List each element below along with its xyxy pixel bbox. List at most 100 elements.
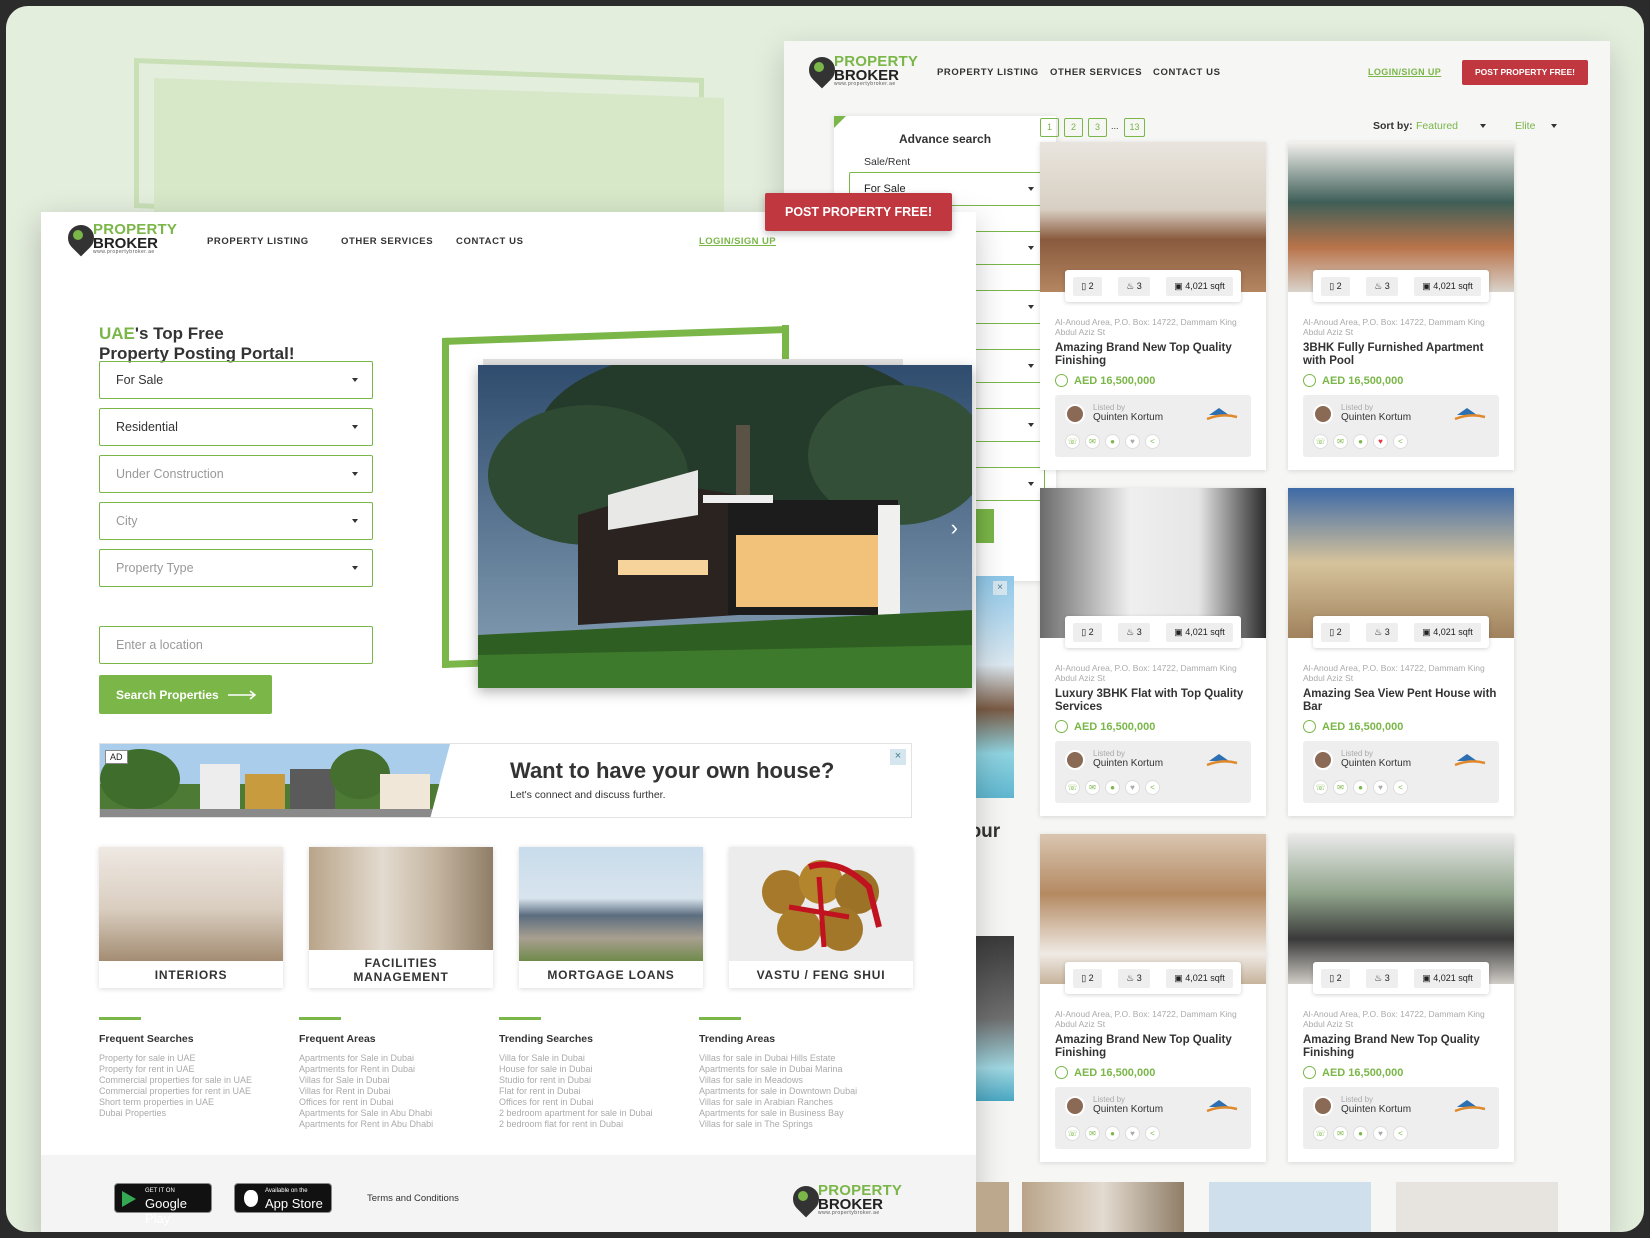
sort-select[interactable]: Featured xyxy=(1416,120,1486,132)
footer-link[interactable]: Commercial properties for rent in UAE xyxy=(99,1086,289,1097)
share-icon[interactable]: < xyxy=(1393,1126,1408,1141)
service-tile-interiors[interactable]: INTERIORS xyxy=(99,847,283,988)
terms-link[interactable]: Terms and Conditions xyxy=(367,1193,459,1204)
footer-link[interactable]: Apartments for sale in Downtown Dubai xyxy=(699,1086,889,1097)
email-icon[interactable]: ✉ xyxy=(1333,434,1348,449)
property-card[interactable]: ▯ 2 ♨ 3 ▣ 4,021 sqft Al-Anoud Area, P.O. Bo… xyxy=(1288,142,1514,470)
footer-link[interactable]: Property for sale in UAE xyxy=(99,1053,289,1064)
whatsapp-icon[interactable]: ● xyxy=(1353,1126,1368,1141)
email-icon[interactable]: ✉ xyxy=(1333,1126,1348,1141)
nav-contact-us[interactable]: CONTACT US xyxy=(456,236,524,247)
google-play-badge[interactable]: GET IT ON Google Play xyxy=(114,1183,212,1226)
filter-select[interactable]: Property Type xyxy=(99,549,373,587)
phone-icon[interactable]: ☏ xyxy=(1313,434,1328,449)
email-icon[interactable]: ✉ xyxy=(1333,780,1348,795)
phone-icon[interactable]: ☏ xyxy=(1313,780,1328,795)
footer-link[interactable]: Short term properties in UAE xyxy=(99,1097,289,1108)
property-title[interactable]: 3BHK Fully Furnished Apartment with Pool xyxy=(1303,342,1503,368)
phone-icon[interactable]: ☏ xyxy=(1065,780,1080,795)
nav-other-services[interactable]: OTHER SERVICES xyxy=(1050,67,1142,78)
footer-link[interactable]: Villas for sale in The Springs xyxy=(699,1119,889,1130)
favorite-heart-icon[interactable]: ♥ xyxy=(1125,1126,1140,1141)
footer-link[interactable]: House for sale in Dubai xyxy=(499,1064,689,1075)
phone-icon[interactable]: ☏ xyxy=(1065,434,1080,449)
footer-link[interactable]: Apartments for sale in Business Bay xyxy=(699,1108,889,1119)
search-properties-button[interactable]: Search Properties xyxy=(99,675,272,714)
footer-link[interactable]: Dubai Properties xyxy=(99,1108,289,1119)
footer-link[interactable]: Offices for rent in Dubai xyxy=(299,1097,489,1108)
nav-property-listing[interactable]: PROPERTY LISTING xyxy=(937,67,1039,78)
agent-name[interactable]: Quinten Kortum xyxy=(1093,412,1163,423)
favorite-heart-icon[interactable]: ♥ xyxy=(1373,434,1388,449)
close-icon[interactable]: × xyxy=(993,581,1007,595)
footer-link[interactable]: Flat for rent in Dubai xyxy=(499,1086,689,1097)
favorite-heart-icon[interactable]: ♥ xyxy=(1125,780,1140,795)
property-title[interactable]: Luxury 3BHK Flat with Top Quality Servic… xyxy=(1055,688,1255,714)
filter-select[interactable]: City xyxy=(99,502,373,540)
whatsapp-icon[interactable]: ● xyxy=(1105,780,1120,795)
page-2[interactable]: 2 xyxy=(1064,118,1083,137)
footer-link[interactable]: Studio for rent in Dubai xyxy=(499,1075,689,1086)
property-title[interactable]: Amazing Brand New Top Quality Finishing xyxy=(1055,1034,1255,1060)
footer-link[interactable]: Apartments for Rent in Abu Dhabi xyxy=(299,1119,489,1130)
agent-name[interactable]: Quinten Kortum xyxy=(1341,412,1411,423)
nav-contact-us[interactable]: CONTACT US xyxy=(1153,67,1221,78)
footer-link[interactable]: Commercial properties for sale in UAE xyxy=(99,1075,289,1086)
footer-link[interactable]: Apartments for Rent in Dubai xyxy=(299,1064,489,1075)
property-title[interactable]: Amazing Brand New Top Quality Finishing xyxy=(1055,342,1255,368)
footer-link[interactable]: Offices for rent in Dubai xyxy=(499,1097,689,1108)
filter-select[interactable]: Residential xyxy=(99,408,373,446)
footer-link[interactable]: Apartments for sale in Dubai Marina xyxy=(699,1064,889,1075)
favorite-heart-icon[interactable]: ♥ xyxy=(1125,434,1140,449)
property-card[interactable]: ▯ 2 ♨ 3 ▣ 4,021 sqft Al-Anoud Area, P.O. Bo… xyxy=(1040,142,1266,470)
email-icon[interactable]: ✉ xyxy=(1085,434,1100,449)
footer-link[interactable]: Villa for Sale in Dubai xyxy=(499,1053,689,1064)
footer-link[interactable]: Villas for sale in Arabian Ranches xyxy=(699,1097,889,1108)
page-13[interactable]: 13 xyxy=(1124,118,1145,137)
nav-property-listing[interactable]: PROPERTY LISTING xyxy=(207,236,309,247)
footer-link[interactable]: Apartments for Sale in Abu Dhabi xyxy=(299,1108,489,1119)
nav-other-services[interactable]: OTHER SERVICES xyxy=(341,236,433,247)
footer-link[interactable]: Property for rent in UAE xyxy=(99,1064,289,1075)
login-signup-link[interactable]: LOGIN/SIGN UP xyxy=(699,236,776,247)
share-icon[interactable]: < xyxy=(1145,434,1160,449)
footer-link[interactable]: Villas for Sale in Dubai xyxy=(299,1075,489,1086)
phone-icon[interactable]: ☏ xyxy=(1065,1126,1080,1141)
ad-banner[interactable]: AD Want to have your own house? Let's co… xyxy=(99,743,912,818)
chevron-right-icon[interactable]: › xyxy=(951,515,958,541)
agent-name[interactable]: Quinten Kortum xyxy=(1093,758,1163,769)
footer-link[interactable]: Villas for sale in Meadows xyxy=(699,1075,889,1086)
favorite-heart-icon[interactable]: ♥ xyxy=(1373,780,1388,795)
filter-select[interactable]: For Sale xyxy=(99,361,373,399)
email-icon[interactable]: ✉ xyxy=(1085,780,1100,795)
tier-select[interactable]: Elite xyxy=(1515,120,1557,132)
share-icon[interactable]: < xyxy=(1393,434,1408,449)
favorite-heart-icon[interactable]: ♥ xyxy=(1373,1126,1388,1141)
agent-name[interactable]: Quinten Kortum xyxy=(1341,1104,1411,1115)
login-signup-link[interactable]: LOGIN/SIGN UP xyxy=(1368,67,1441,77)
phone-icon[interactable]: ☏ xyxy=(1313,1126,1328,1141)
listing-logo[interactable]: PROPERTY BROKER www.propertybroker.ae xyxy=(808,54,918,87)
footer-link[interactable]: Villas for Rent in Dubai xyxy=(299,1086,489,1097)
share-icon[interactable]: < xyxy=(1393,780,1408,795)
service-tile-vastu[interactable]: VASTU / FENG SHUI xyxy=(729,847,913,988)
footer-link[interactable]: 2 bedroom apartment for sale in Dubai xyxy=(499,1108,689,1119)
agent-name[interactable]: Quinten Kortum xyxy=(1093,1104,1163,1115)
whatsapp-icon[interactable]: ● xyxy=(1353,434,1368,449)
property-card[interactable]: ▯ 2 ♨ 3 ▣ 4,021 sqft Al-Anoud Area, P.O. Bo… xyxy=(1288,834,1514,1162)
footer-link[interactable]: Villas for sale in Dubai Hills Estate xyxy=(699,1053,889,1064)
email-icon[interactable]: ✉ xyxy=(1085,1126,1100,1141)
footer-logo[interactable]: PROPERTY BROKER www.propertybroker.ae xyxy=(792,1183,902,1216)
post-property-button[interactable]: POST PROPERTY FREE! xyxy=(765,193,952,231)
share-icon[interactable]: < xyxy=(1145,1126,1160,1141)
whatsapp-icon[interactable]: ● xyxy=(1353,780,1368,795)
property-card[interactable]: ▯ 2 ♨ 3 ▣ 4,021 sqft Al-Anoud Area, P.O. Bo… xyxy=(1288,488,1514,816)
property-card[interactable]: ▯ 2 ♨ 3 ▣ 4,021 sqft Al-Anoud Area, P.O. Bo… xyxy=(1040,834,1266,1162)
whatsapp-icon[interactable]: ● xyxy=(1105,1126,1120,1141)
footer-link[interactable]: 2 bedroom flat for rent in Dubai xyxy=(499,1119,689,1130)
property-title[interactable]: Amazing Brand New Top Quality Finishing xyxy=(1303,1034,1503,1060)
footer-link[interactable]: Apartments for Sale in Dubai xyxy=(299,1053,489,1064)
agent-name[interactable]: Quinten Kortum xyxy=(1341,758,1411,769)
location-input[interactable]: Enter a location xyxy=(99,626,373,664)
page-3[interactable]: 3 xyxy=(1088,118,1107,137)
